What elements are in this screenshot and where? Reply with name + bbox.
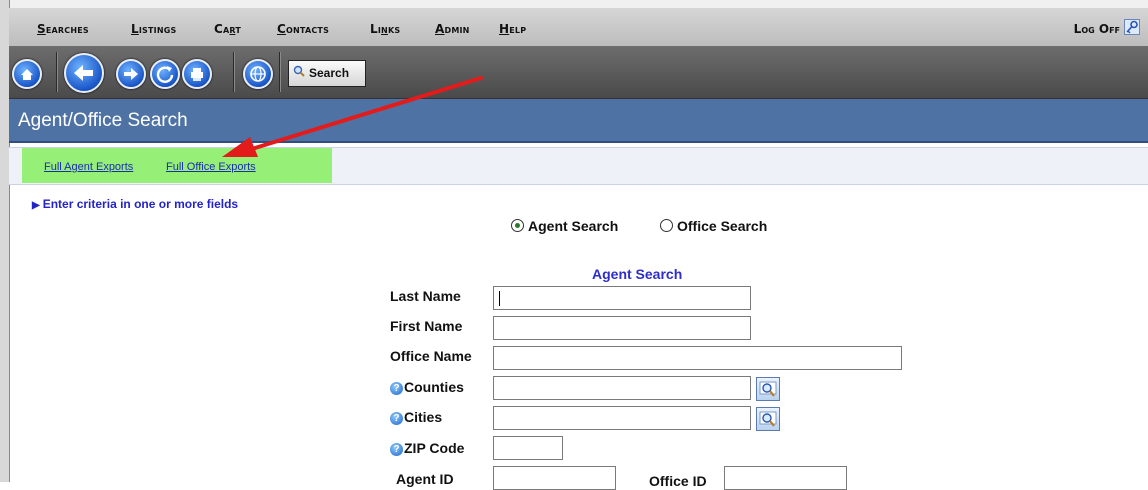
page-title: Agent/Office Search [18,110,188,131]
first-name-label: First Name [390,318,463,334]
lookup-icon [759,411,777,427]
help-icon[interactable]: ? [390,443,403,456]
office-search-radio[interactable]: Office Search [660,218,767,234]
agent-id-field[interactable] [493,466,616,490]
menu-listings[interactable]: Listings [131,22,176,36]
cities-lookup-button[interactable] [756,407,780,431]
last-name-label: Last Name [390,288,461,304]
radio-selected-icon[interactable] [511,219,524,232]
search-icon [293,65,305,77]
toolbar-separator [56,52,58,92]
counties-lookup-button[interactable] [756,377,780,401]
triangle-icon: ▶ [32,200,40,211]
window-frame-top [0,0,1148,8]
forward-icon[interactable] [116,59,146,89]
menu-help[interactable]: Help [499,22,526,36]
page-header: Agent/Office Search [9,99,1148,143]
lookup-icon [759,381,777,397]
menu-searches[interactable]: Searches [37,22,89,36]
menu-links[interactable]: Links [370,22,400,36]
help-icon[interactable]: ? [390,412,403,425]
cities-label: ? Cities [390,409,442,425]
search-button-label: Search [309,66,350,80]
toolbar-separator [279,52,281,92]
menu-contacts[interactable]: Contacts [277,22,329,36]
office-name-label: Office Name [390,348,472,364]
zip-code-field[interactable] [493,436,563,460]
first-name-field[interactable] [493,316,751,340]
last-name-field[interactable] [493,286,751,310]
agent-id-label: Agent ID [396,471,454,487]
radio-unselected-icon[interactable] [660,219,673,232]
form-title: Agent Search [592,266,683,282]
full-agent-exports-link[interactable]: Full Agent Exports [44,161,133,173]
menu-bar: Searches Listings Cart Contacts Links Ad… [9,8,1148,47]
menu-cart[interactable]: Cart [214,22,241,36]
criteria-hint: ▶ Enter criteria in one or more fields [32,197,239,211]
full-office-exports-link[interactable]: Full Office Exports [166,161,256,173]
globe-icon[interactable] [243,59,273,89]
refresh-icon[interactable] [150,59,180,89]
office-name-field[interactable] [493,346,902,370]
help-icon[interactable]: ? [390,382,403,395]
back-icon[interactable] [64,53,104,93]
office-id-field[interactable] [724,466,847,490]
search-button[interactable]: Search [288,60,366,87]
zip-code-label: ? ZIP Code [390,440,464,456]
menu-admin[interactable]: Admin [435,22,470,36]
print-icon[interactable] [182,59,212,89]
counties-field[interactable] [493,376,751,400]
home-icon[interactable] [12,59,42,89]
toolbar-separator [233,52,235,92]
key-icon[interactable] [1124,19,1140,35]
cities-field[interactable] [493,406,751,430]
log-off-link[interactable]: Log Off [1074,22,1120,36]
agent-search-radio[interactable]: Agent Search [511,218,618,234]
text-cursor [499,291,500,306]
office-id-label: Office ID [649,473,707,489]
counties-label: ? Counties [390,379,464,395]
